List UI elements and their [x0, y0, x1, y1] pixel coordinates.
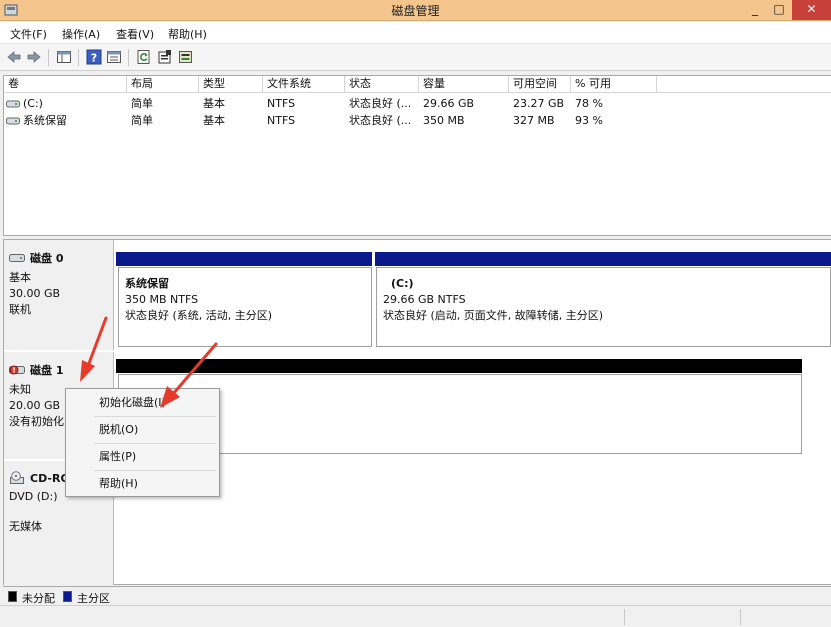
disk-name: 磁盘 1 — [30, 364, 64, 377]
back-arrow-icon[interactable] — [6, 49, 22, 65]
status-bar-separator — [624, 609, 625, 625]
volume-free-space: 23.27 GB — [513, 97, 565, 110]
unallocated-bar — [116, 359, 802, 373]
volume-percent-free: 93 % — [575, 114, 603, 127]
legend-primary-label: 主分区 — [77, 592, 110, 605]
close-button[interactable]: ✕ — [792, 0, 831, 20]
menu-view[interactable]: 查看(V) — [116, 26, 154, 42]
partition-status: 状态良好 (启动, 页面文件, 故障转储, 主分区) — [383, 309, 604, 322]
column-header-status[interactable]: 状态 — [345, 76, 419, 93]
drive-icon — [6, 100, 20, 107]
unallocated-space[interactable] — [118, 374, 802, 454]
menu-item-help[interactable]: 帮助(H) — [67, 471, 218, 497]
partition-size-fs: 29.66 GB NTFS — [383, 293, 466, 306]
volume-list: 卷 布局 类型 文件系统 状态 容量 可用空间 % 可用 (C:) 简单 基本 … — [3, 75, 831, 236]
console-tree-icon[interactable] — [56, 49, 72, 65]
menu-help[interactable]: 帮助(H) — [168, 26, 207, 42]
cd-drive-icon — [10, 471, 24, 484]
context-menu: 初始化磁盘(I) 脱机(O) 属性(P) 帮助(H) — [65, 388, 220, 497]
hard-disk-icon — [9, 254, 25, 262]
column-header-layout[interactable]: 布局 — [127, 76, 199, 93]
forward-arrow-icon[interactable] — [26, 49, 42, 65]
legend-primary-swatch — [63, 591, 72, 602]
legend-unallocated-swatch — [8, 591, 17, 602]
column-header-type[interactable]: 类型 — [199, 76, 263, 93]
toolbar-separator — [78, 49, 79, 66]
column-header-capacity[interactable]: 容量 — [419, 76, 509, 93]
volume-status: 状态良好 (... — [349, 97, 412, 110]
media-status: 无媒体 — [9, 520, 42, 533]
toolbar: ? — [0, 43, 831, 71]
column-header-free-space[interactable]: 可用空间 — [509, 76, 571, 93]
properties-list-icon[interactable] — [106, 49, 122, 65]
disk-name: 磁盘 0 — [30, 252, 64, 265]
status-bar — [0, 605, 831, 627]
disk-type: 基本 — [9, 271, 31, 284]
legend: 未分配 主分区 — [3, 586, 831, 605]
volume-capacity: 350 MB — [423, 114, 465, 127]
drive-icon — [6, 117, 20, 124]
legend-unallocated-label: 未分配 — [22, 592, 55, 605]
disk-status: 联机 — [9, 303, 31, 316]
volume-layout: 简单 — [131, 114, 153, 127]
primary-partition-bar — [116, 252, 372, 266]
partition-name: (C:) — [391, 277, 414, 290]
volume-layout: 简单 — [131, 97, 153, 110]
partition-name: 系统保留 — [125, 277, 169, 290]
column-header-volume[interactable]: 卷 — [4, 76, 127, 93]
toolbar-separator — [128, 49, 129, 66]
volume-type: 基本 — [203, 97, 225, 110]
partition-system-reserved[interactable]: 系统保留 350 MB NTFS 状态良好 (系统, 活动, 主分区) — [118, 267, 372, 347]
svg-text:?: ? — [91, 52, 97, 65]
table-row[interactable]: (C:) 简单 基本 NTFS 状态良好 (... 29.66 GB 23.27… — [4, 95, 831, 112]
volume-status: 状态良好 (... — [349, 114, 412, 127]
menu-item-initialize-disk[interactable]: 初始化磁盘(I) — [67, 390, 218, 416]
menu-item-properties[interactable]: 属性(P) — [67, 444, 218, 470]
status-bar-separator — [740, 609, 741, 625]
volume-filesystem: NTFS — [267, 114, 296, 127]
volume-name: 系统保留 — [23, 114, 67, 127]
refresh-icon[interactable] — [136, 49, 152, 65]
column-header-filesystem[interactable]: 文件系统 — [263, 76, 345, 93]
primary-partition-bar — [375, 252, 831, 266]
column-header-percent-free[interactable]: % 可用 — [571, 76, 657, 93]
disk-0-label[interactable]: 磁盘 0 基本 30.00 GB 联机 — [4, 240, 114, 350]
help-icon[interactable]: ? — [86, 49, 102, 65]
properties-icon[interactable] — [157, 49, 173, 65]
menu-bar: 文件(F) 操作(A) 查看(V) 帮助(H) — [0, 22, 831, 43]
volume-capacity: 29.66 GB — [423, 97, 475, 110]
volume-free-space: 327 MB — [513, 114, 555, 127]
volume-filesystem: NTFS — [267, 97, 296, 110]
toolbar-separator — [48, 49, 49, 66]
maximize-button[interactable]: □ — [768, 0, 790, 20]
title-bar: 磁盘管理 _ □ ✕ — [0, 0, 831, 21]
volume-name: (C:) — [23, 97, 43, 110]
volume-percent-free: 78 % — [575, 97, 603, 110]
menu-item-offline[interactable]: 脱机(O) — [67, 417, 218, 443]
minimize-button[interactable]: _ — [744, 0, 766, 20]
rescan-disks-icon[interactable] — [178, 49, 194, 65]
partition-status: 状态良好 (系统, 活动, 主分区) — [125, 309, 273, 322]
table-row[interactable]: 系统保留 简单 基本 NTFS 状态良好 (... 350 MB 327 MB … — [4, 112, 831, 129]
volume-list-header: 卷 布局 类型 文件系统 状态 容量 可用空间 % 可用 — [4, 76, 831, 93]
volume-type: 基本 — [203, 114, 225, 127]
disk-name: CD-RO — [30, 471, 70, 485]
uninitialized-disk-icon — [9, 365, 25, 375]
partition-c-drive[interactable]: (C:) 29.66 GB NTFS 状态良好 (启动, 页面文件, 故障转储,… — [376, 267, 831, 347]
partition-size-fs: 350 MB NTFS — [125, 293, 199, 306]
menu-action[interactable]: 操作(A) — [62, 26, 100, 42]
disk-size: 30.00 GB — [9, 287, 61, 300]
menu-file[interactable]: 文件(F) — [10, 26, 47, 42]
window-title: 磁盘管理 — [391, 4, 440, 18]
